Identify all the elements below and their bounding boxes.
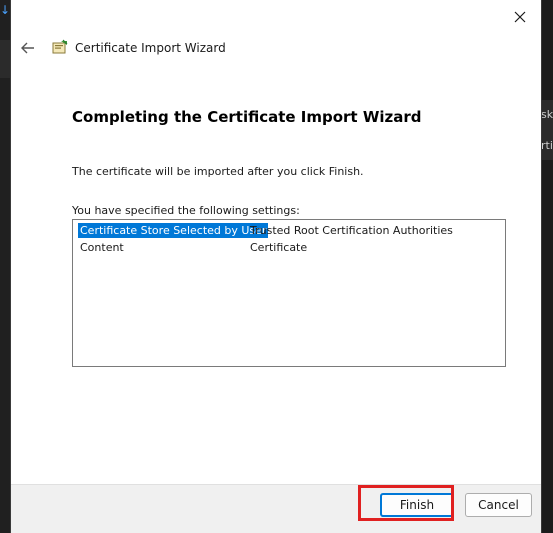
background-text-2: rti	[541, 139, 553, 152]
intro-text: The certificate will be imported after y…	[72, 165, 364, 178]
back-button[interactable]	[17, 37, 39, 59]
certificate-import-wizard-dialog: Certificate Import Wizard Completing the…	[10, 0, 542, 533]
background-text-1: sk	[541, 108, 553, 121]
certificate-icon	[52, 39, 68, 54]
background-app-left	[0, 0, 10, 533]
cancel-button[interactable]: Cancel	[465, 493, 532, 517]
close-button[interactable]	[505, 4, 535, 30]
back-arrow-icon	[21, 42, 34, 54]
setting-value: Trusted Root Certification Authorities	[250, 224, 453, 237]
setting-key: Certificate Store Selected by User	[78, 223, 269, 238]
wizard-title: Certificate Import Wizard	[75, 41, 226, 55]
download-arrow-icon: ↓	[0, 3, 11, 17]
setting-key: Content	[80, 241, 124, 254]
setting-value: Certificate	[250, 241, 308, 254]
dialog-footer: Finish Cancel	[11, 484, 541, 533]
wizard-header: Certificate Import Wizard	[11, 34, 541, 62]
page-heading: Completing the Certificate Import Wizard	[72, 108, 422, 126]
close-icon	[514, 11, 526, 23]
settings-label: You have specified the following setting…	[72, 204, 300, 217]
background-panel-left	[0, 40, 10, 78]
settings-listbox[interactable]: Certificate Store Selected by User Trust…	[72, 219, 506, 367]
finish-button[interactable]: Finish	[380, 493, 454, 517]
